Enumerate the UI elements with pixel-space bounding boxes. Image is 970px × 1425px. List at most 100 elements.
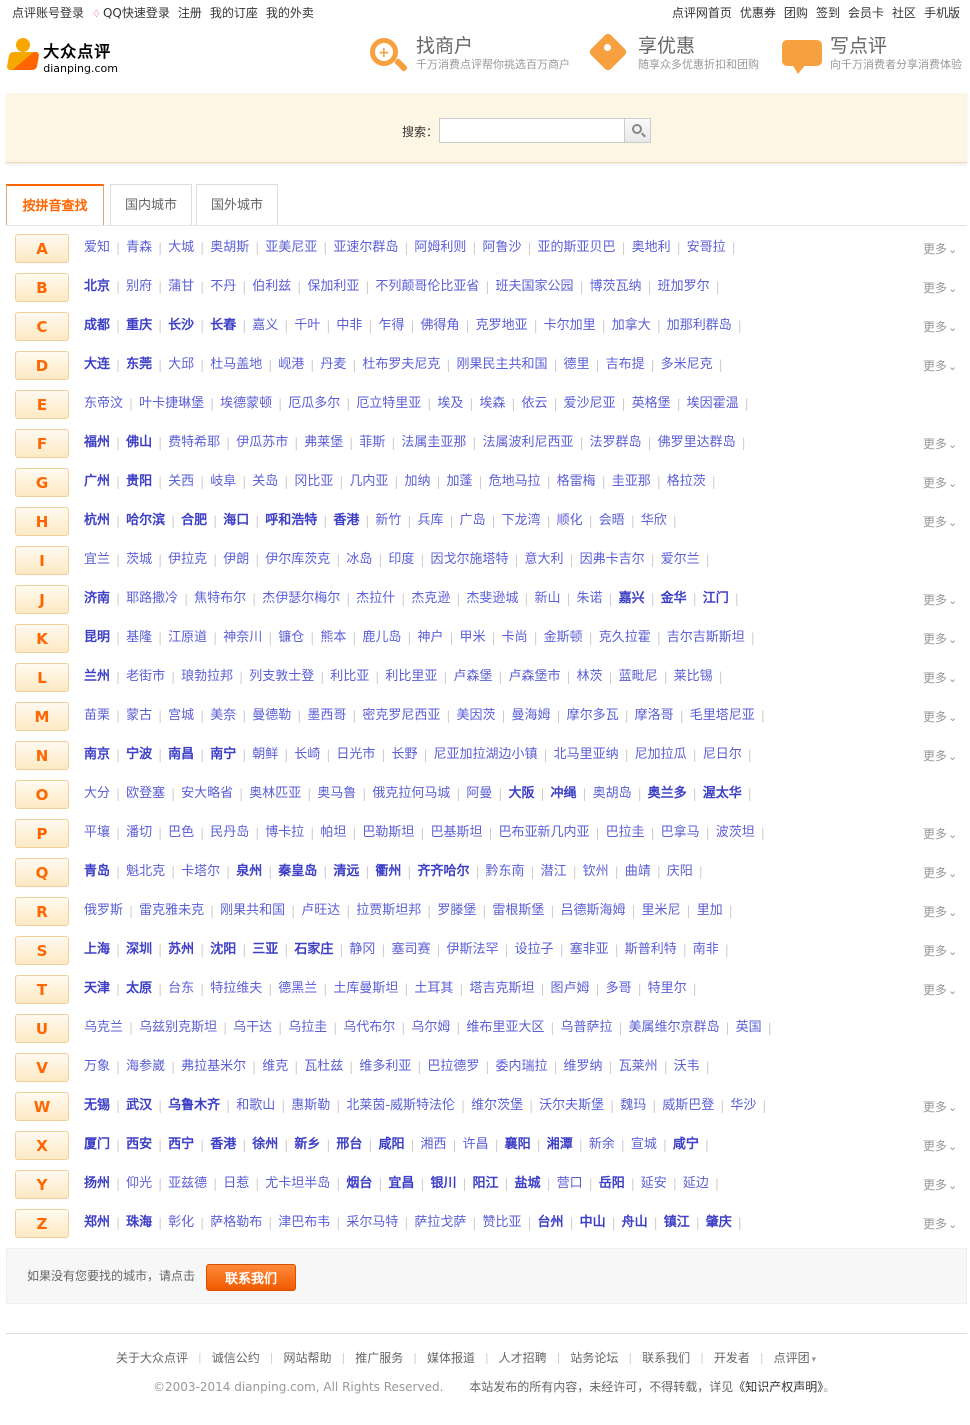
city-link[interactable]: 许昌: [463, 1136, 489, 1158]
city-link[interactable]: 因戈尔施塔特: [430, 551, 508, 573]
city-link[interactable]: 茨城: [126, 551, 152, 573]
city-link[interactable]: 长崎: [294, 746, 320, 768]
city-link[interactable]: 密克罗尼西亚: [362, 707, 440, 729]
city-link[interactable]: 乌代布尔: [343, 1019, 395, 1041]
city-link[interactable]: 广岛: [460, 512, 486, 534]
city-link[interactable]: 爱尔兰: [661, 551, 700, 573]
city-link[interactable]: 威斯巴登: [662, 1097, 714, 1119]
city-link[interactable]: 曲靖: [625, 863, 651, 885]
city-link[interactable]: 乌鲁木齐: [168, 1097, 220, 1119]
city-link[interactable]: 利比里亚: [385, 668, 437, 690]
city-link[interactable]: 大连: [84, 356, 110, 378]
footer-link[interactable]: 站务论坛: [570, 1349, 618, 1366]
city-link[interactable]: 嘉兴: [619, 590, 645, 612]
city-link[interactable]: 焦特布尔: [194, 590, 246, 612]
city-link[interactable]: 兵库: [417, 512, 443, 534]
city-link[interactable]: 钦州: [583, 863, 609, 885]
city-link[interactable]: 耶路撒冷: [126, 590, 178, 612]
login-link[interactable]: 点评账号登录: [10, 6, 86, 22]
city-link[interactable]: 无锡: [84, 1097, 110, 1119]
city-link[interactable]: 南非: [693, 941, 719, 963]
city-link[interactable]: 圭亚那: [612, 473, 651, 495]
city-link[interactable]: 冈比亚: [294, 473, 333, 495]
mobile-link[interactable]: 手机版: [922, 6, 962, 21]
city-link[interactable]: 顺化: [557, 512, 583, 534]
city-link[interactable]: 庆阳: [667, 863, 693, 885]
city-link[interactable]: 万象: [84, 1058, 110, 1080]
city-link[interactable]: 佛山: [126, 434, 152, 456]
city-link[interactable]: 宫城: [168, 707, 194, 729]
more-link[interactable]: 更多: [923, 1176, 957, 1193]
city-link[interactable]: 弗拉基米尔: [181, 1058, 246, 1080]
city-link[interactable]: 刚果共和国: [220, 902, 285, 924]
city-link[interactable]: 彰化: [168, 1214, 194, 1236]
city-link[interactable]: 南宁: [210, 746, 236, 768]
city-link[interactable]: 吉尔吉斯斯坦: [667, 629, 745, 651]
city-link[interactable]: 魏玛: [620, 1097, 646, 1119]
city-link[interactable]: 东帝汶: [84, 395, 123, 417]
city-link[interactable]: 大邱: [168, 356, 194, 378]
city-link[interactable]: 济南: [84, 590, 110, 612]
city-link[interactable]: 阿曼: [466, 785, 492, 807]
city-link[interactable]: 多米尼克: [661, 356, 713, 378]
city-link[interactable]: 加拿大: [612, 317, 651, 339]
city-link[interactable]: 维布里亚大区: [466, 1019, 544, 1041]
city-link[interactable]: 老街市: [126, 668, 165, 690]
city-link[interactable]: 拉贾斯坦邦: [356, 902, 421, 924]
city-link[interactable]: 昆明: [84, 629, 110, 651]
city-link[interactable]: 和歌山: [236, 1097, 275, 1119]
city-link[interactable]: 吕德斯海姆: [560, 902, 625, 924]
city-link[interactable]: 保加利亚: [307, 278, 359, 300]
my-reservations-link[interactable]: 我的订座: [208, 6, 260, 22]
city-link[interactable]: 毛里塔尼亚: [690, 707, 755, 729]
city-link[interactable]: 列支敦士登: [249, 668, 314, 690]
city-link[interactable]: 湘西: [421, 1136, 447, 1158]
more-link[interactable]: 更多: [923, 981, 957, 998]
footer-link[interactable]: 人才招聘: [499, 1349, 547, 1366]
city-link[interactable]: 中山: [580, 1214, 606, 1236]
footer-link[interactable]: 联系我们: [642, 1349, 690, 1366]
city-link[interactable]: 扬州: [84, 1175, 110, 1197]
city-link[interactable]: 长沙: [168, 317, 194, 339]
city-link[interactable]: 关岛: [252, 473, 278, 495]
city-link[interactable]: 广州: [84, 473, 110, 495]
city-link[interactable]: 舟山: [622, 1214, 648, 1236]
city-link[interactable]: 几内亚: [349, 473, 388, 495]
city-link[interactable]: 新乡: [294, 1136, 320, 1158]
city-link[interactable]: 中非: [336, 317, 362, 339]
city-link[interactable]: 不列颠哥伦比亚省: [375, 278, 479, 300]
city-link[interactable]: 天津: [84, 980, 110, 1002]
more-link[interactable]: 更多: [923, 747, 957, 764]
city-link[interactable]: 伊朗: [223, 551, 249, 573]
city-link[interactable]: 奥马鲁: [317, 785, 356, 807]
city-link[interactable]: 维克: [262, 1058, 288, 1080]
city-link[interactable]: 图卢姆: [551, 980, 590, 1002]
my-takeout-link[interactable]: 我的外卖: [264, 6, 316, 22]
city-link[interactable]: 巴拿马: [661, 824, 700, 846]
city-link[interactable]: 埃及: [437, 395, 463, 417]
city-link[interactable]: 西宁: [168, 1136, 194, 1158]
city-link[interactable]: 乍得: [378, 317, 404, 339]
city-link[interactable]: 杰拉什: [356, 590, 395, 612]
city-link[interactable]: 清远: [333, 863, 359, 885]
city-link[interactable]: 德里: [564, 356, 590, 378]
city-link[interactable]: 班加罗尔: [658, 278, 710, 300]
city-link[interactable]: 华沙: [730, 1097, 756, 1119]
city-link[interactable]: 镰仓: [278, 629, 304, 651]
city-link[interactable]: 叶卡捷琳堡: [139, 395, 204, 417]
city-link[interactable]: 伯利兹: [252, 278, 291, 300]
city-link[interactable]: 深圳: [126, 941, 152, 963]
city-link[interactable]: 苏州: [168, 941, 194, 963]
city-link[interactable]: 伊拉克: [168, 551, 207, 573]
city-link[interactable]: 大城: [168, 239, 194, 261]
dianping-logo[interactable]: 大众点评 dianping.com: [5, 30, 118, 82]
city-link[interactable]: 民丹岛: [210, 824, 249, 846]
city-link[interactable]: 伊尔库茨克: [265, 551, 330, 573]
city-link[interactable]: 三亚: [252, 941, 278, 963]
city-link[interactable]: 设拉子: [515, 941, 554, 963]
city-link[interactable]: 北马里亚纳: [554, 746, 619, 768]
city-link[interactable]: 会晤: [599, 512, 625, 534]
city-link[interactable]: 镇江: [664, 1214, 690, 1236]
checkin-link[interactable]: 签到: [814, 6, 842, 21]
city-link[interactable]: 嘉义: [252, 317, 278, 339]
